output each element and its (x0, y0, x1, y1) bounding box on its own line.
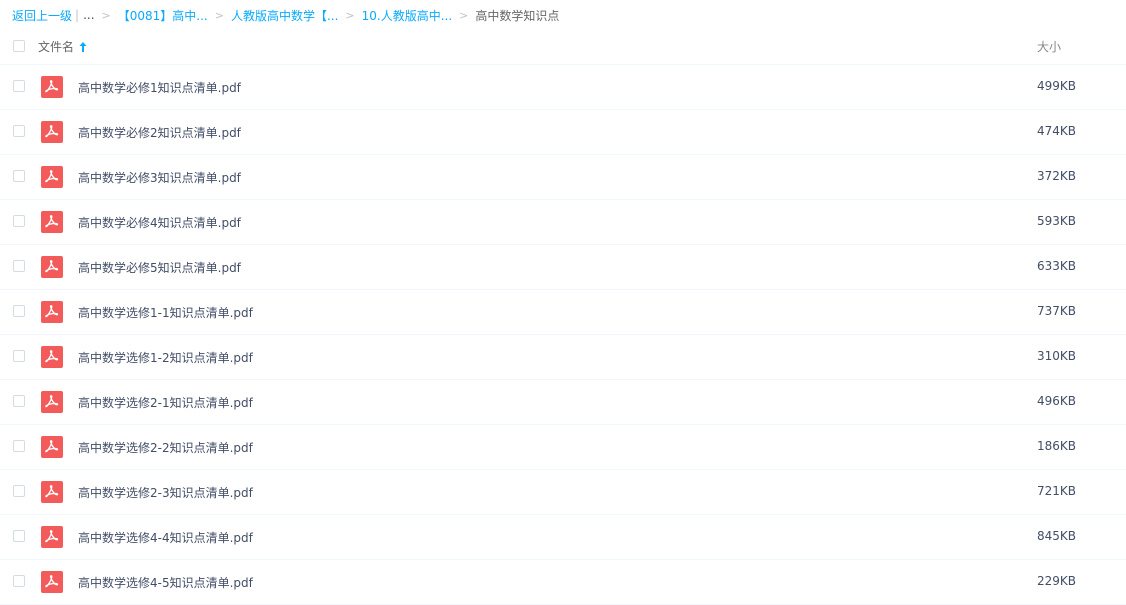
file-name[interactable]: 高中数学选修1-2知识点清单.pdf (78, 349, 253, 366)
file-name[interactable]: 高中数学必修2知识点清单.pdf (78, 124, 241, 141)
file-size: 229KB (1037, 574, 1077, 588)
file-row[interactable]: 高中数学选修2-3知识点清单.pdf 721KB (0, 470, 1126, 515)
file-size: 737KB (1037, 304, 1077, 318)
back-link[interactable]: 返回上一级 (12, 7, 72, 24)
breadcrumb-item[interactable]: 人教版高中数学【... (231, 7, 338, 24)
file-size: 499KB (1037, 79, 1077, 93)
arrow-up-icon[interactable] (79, 41, 87, 53)
row-checkbox[interactable] (13, 305, 25, 317)
file-row[interactable]: 高中数学选修2-2知识点清单.pdf 186KB (0, 425, 1126, 470)
file-list-header: 文件名 大小 (0, 30, 1126, 65)
row-checkbox[interactable] (13, 440, 25, 452)
file-name[interactable]: 高中数学选修2-2知识点清单.pdf (78, 439, 253, 456)
file-size: 845KB (1037, 529, 1077, 543)
file-name[interactable]: 高中数学必修1知识点清单.pdf (78, 79, 241, 96)
breadcrumb-divider: | (75, 8, 80, 22)
row-checkbox[interactable] (13, 575, 25, 587)
file-row[interactable]: 高中数学选修1-2知识点清单.pdf 310KB (0, 335, 1126, 380)
row-checkbox[interactable] (13, 170, 25, 182)
row-checkbox[interactable] (13, 260, 25, 272)
pdf-icon (41, 436, 63, 458)
pdf-icon (41, 391, 63, 413)
file-row[interactable]: 高中数学选修2-1知识点清单.pdf 496KB (0, 380, 1126, 425)
breadcrumb-item[interactable]: 10.人教版高中... (362, 7, 453, 24)
file-row[interactable]: 高中数学选修4-5知识点清单.pdf 229KB (0, 560, 1126, 605)
column-header-size[interactable]: 大小 (1037, 38, 1061, 55)
pdf-icon (41, 346, 63, 368)
breadcrumb: 返回上一级 | ... > 【0081】高中... > 人教版高中数学【... … (12, 0, 559, 30)
row-checkbox[interactable] (13, 80, 25, 92)
breadcrumb-ellipsis[interactable]: ... (83, 8, 94, 22)
row-checkbox[interactable] (13, 485, 25, 497)
breadcrumb-current: 高中数学知识点 (475, 8, 560, 23)
pdf-icon (41, 211, 63, 233)
file-name[interactable]: 高中数学选修4-5知识点清单.pdf (78, 574, 253, 591)
file-size: 186KB (1037, 439, 1077, 453)
file-list: 高中数学必修1知识点清单.pdf 499KB 高中数学必修2知识点清单.pdf 474… (0, 65, 1126, 605)
file-row[interactable]: 高中数学必修1知识点清单.pdf 499KB (0, 65, 1126, 110)
file-row[interactable]: 高中数学选修4-4知识点清单.pdf 845KB (0, 515, 1126, 560)
pdf-icon (41, 166, 63, 188)
file-name[interactable]: 高中数学选修4-4知识点清单.pdf (78, 529, 253, 546)
file-size: 496KB (1037, 394, 1077, 408)
pdf-icon (41, 121, 63, 143)
file-name[interactable]: 高中数学必修5知识点清单.pdf (78, 259, 241, 276)
column-header-name[interactable]: 文件名 (38, 38, 87, 55)
file-size: 593KB (1037, 214, 1077, 228)
row-checkbox[interactable] (13, 125, 25, 137)
breadcrumb-separator: > (214, 8, 224, 22)
pdf-icon (41, 76, 63, 98)
file-size: 310KB (1037, 349, 1077, 363)
file-row[interactable]: 高中数学选修1-1知识点清单.pdf 737KB (0, 290, 1126, 335)
breadcrumb-separator: > (101, 8, 111, 22)
pdf-icon (41, 571, 63, 593)
file-name[interactable]: 高中数学必修4知识点清单.pdf (78, 214, 241, 231)
file-row[interactable]: 高中数学必修3知识点清单.pdf 372KB (0, 155, 1126, 200)
pdf-icon (41, 301, 63, 323)
file-row[interactable]: 高中数学必修2知识点清单.pdf 474KB (0, 110, 1126, 155)
row-checkbox[interactable] (13, 215, 25, 227)
file-size: 721KB (1037, 484, 1077, 498)
row-checkbox[interactable] (13, 395, 25, 407)
file-name[interactable]: 高中数学选修1-1知识点清单.pdf (78, 304, 253, 321)
file-row[interactable]: 高中数学必修5知识点清单.pdf 633KB (0, 245, 1126, 290)
file-name[interactable]: 高中数学选修2-3知识点清单.pdf (78, 484, 253, 501)
breadcrumb-item[interactable]: 【0081】高中... (118, 7, 208, 24)
file-name[interactable]: 高中数学必修3知识点清单.pdf (78, 169, 241, 186)
row-checkbox[interactable] (13, 350, 25, 362)
file-row[interactable]: 高中数学必修4知识点清单.pdf 593KB (0, 200, 1126, 245)
file-size: 633KB (1037, 259, 1077, 273)
file-name[interactable]: 高中数学选修2-1知识点清单.pdf (78, 394, 253, 411)
pdf-icon (41, 526, 63, 548)
column-header-name-label: 文件名 (38, 40, 75, 54)
pdf-icon (41, 256, 63, 278)
file-size: 474KB (1037, 124, 1077, 138)
row-checkbox[interactable] (13, 530, 25, 542)
select-all-checkbox[interactable] (13, 40, 25, 52)
breadcrumb-separator: > (345, 8, 355, 22)
file-size: 372KB (1037, 169, 1077, 183)
pdf-icon (41, 481, 63, 503)
breadcrumb-separator: > (459, 8, 469, 22)
